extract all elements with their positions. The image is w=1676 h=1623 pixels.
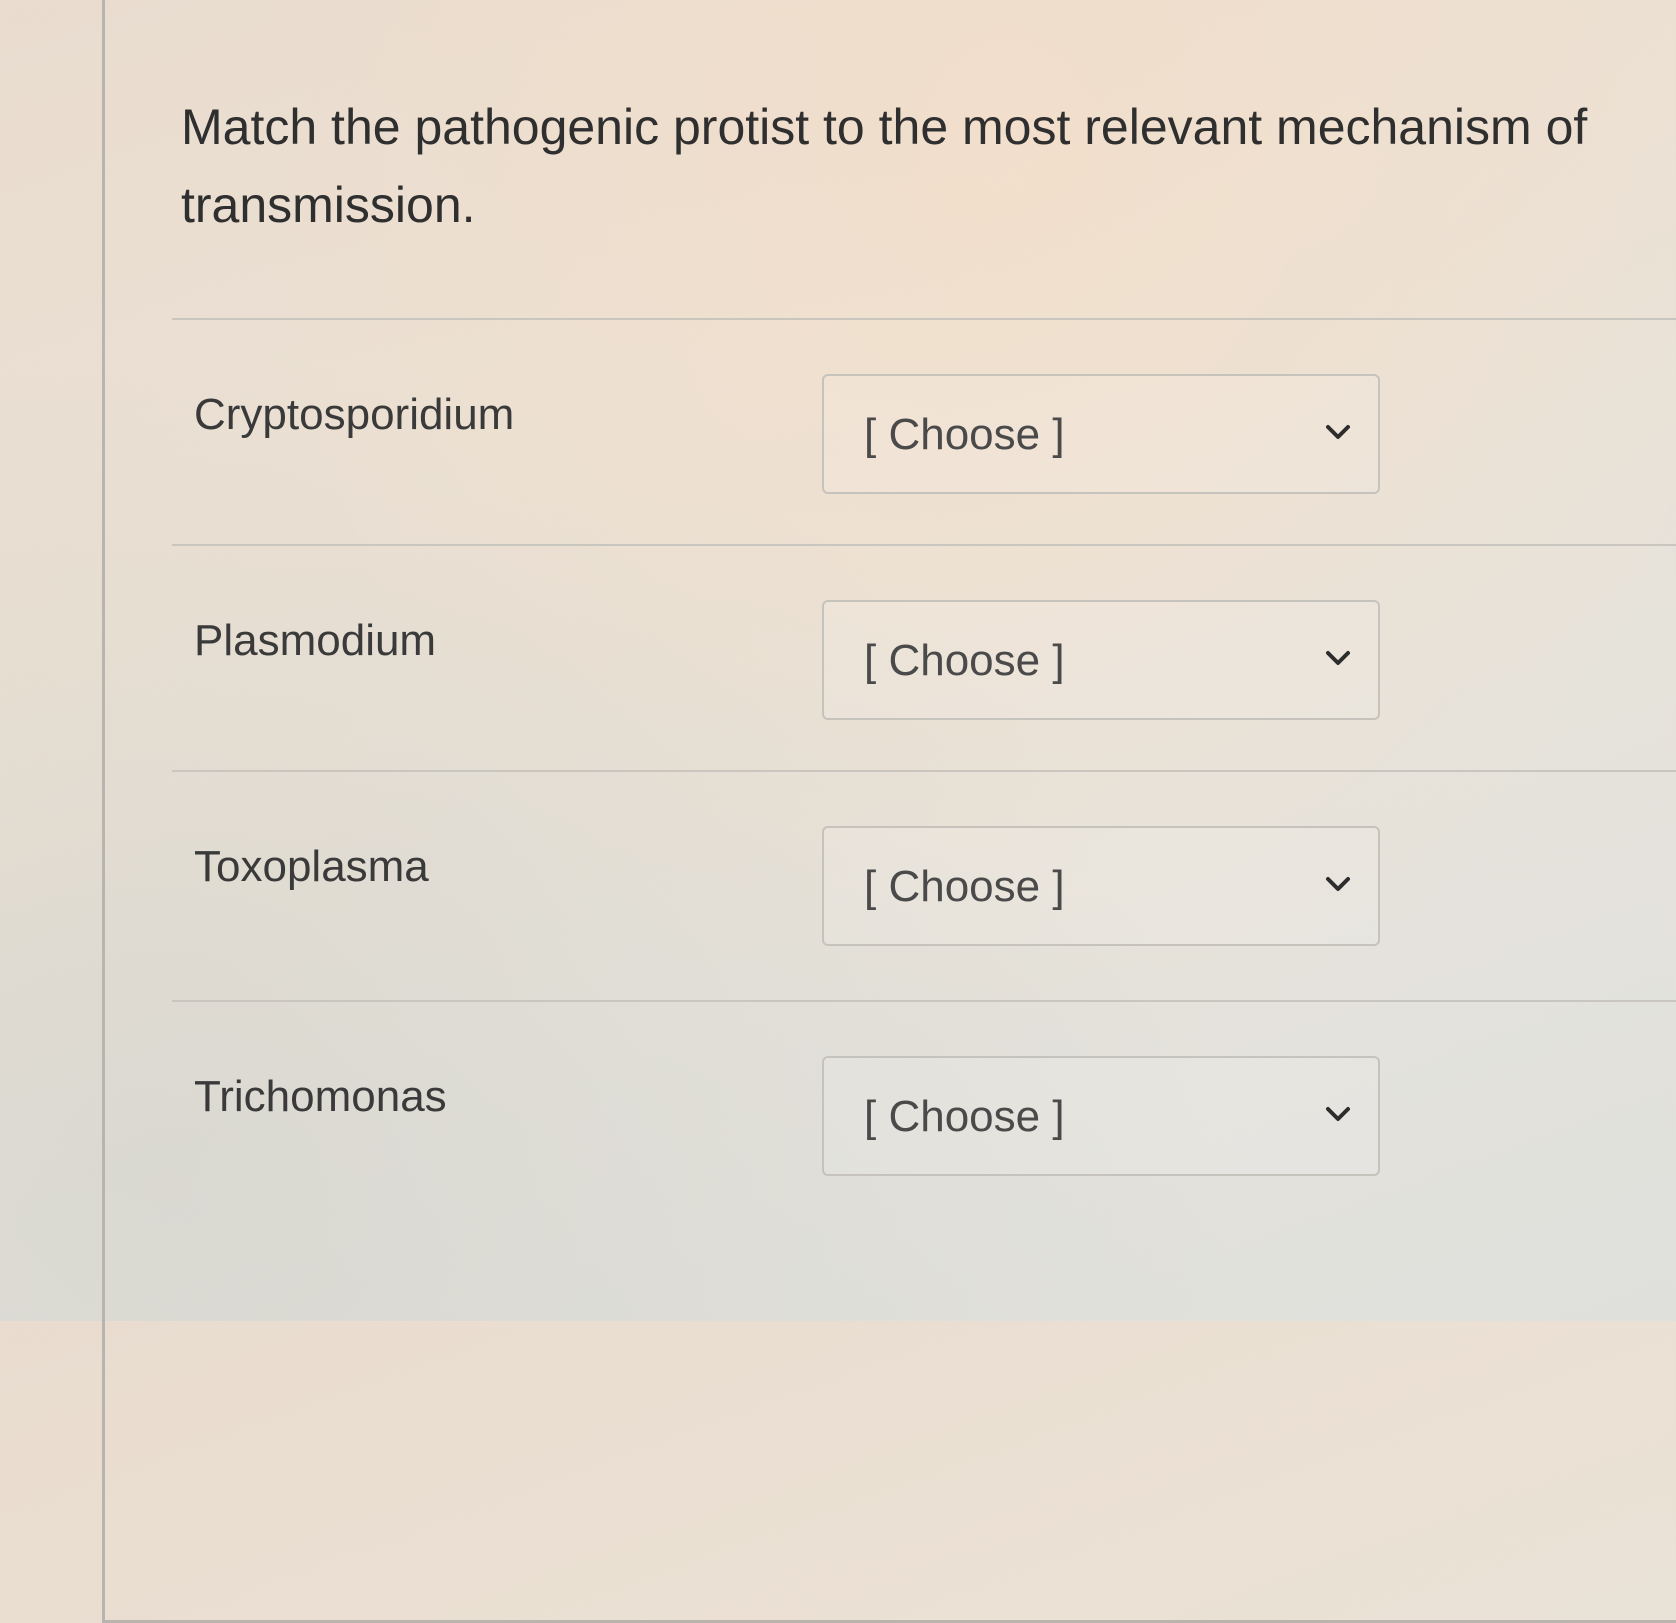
answer-select[interactable]: [ Choose ] (822, 1056, 1380, 1176)
match-row-cryptosporidium: Cryptosporidium [ Choose ] (172, 320, 1676, 546)
match-row-plasmodium: Plasmodium [ Choose ] (172, 546, 1676, 772)
match-row-trichomonas: Trichomonas [ Choose ] (172, 1002, 1676, 1228)
chevron-down-icon (1326, 425, 1350, 439)
answer-select[interactable]: [ Choose ] (822, 826, 1380, 946)
match-row-toxoplasma: Toxoplasma [ Choose ] (172, 772, 1676, 998)
select-value: [ Choose ] (864, 636, 1065, 685)
answer-select[interactable]: [ Choose ] (822, 600, 1380, 720)
chevron-down-icon (1326, 1107, 1350, 1121)
term-label: Cryptosporidium (194, 390, 515, 439)
term-label: Toxoplasma (194, 842, 429, 891)
answer-select[interactable]: [ Choose ] (822, 374, 1380, 494)
select-value: [ Choose ] (864, 862, 1065, 911)
term-label: Trichomonas (194, 1072, 447, 1121)
term-label: Plasmodium (194, 616, 437, 665)
select-value: [ Choose ] (864, 410, 1065, 459)
question-prompt: Match the pathogenic protist to the most… (181, 99, 1588, 233)
chevron-down-icon (1326, 651, 1350, 665)
select-value: [ Choose ] (864, 1092, 1065, 1141)
chevron-down-icon (1326, 877, 1350, 891)
